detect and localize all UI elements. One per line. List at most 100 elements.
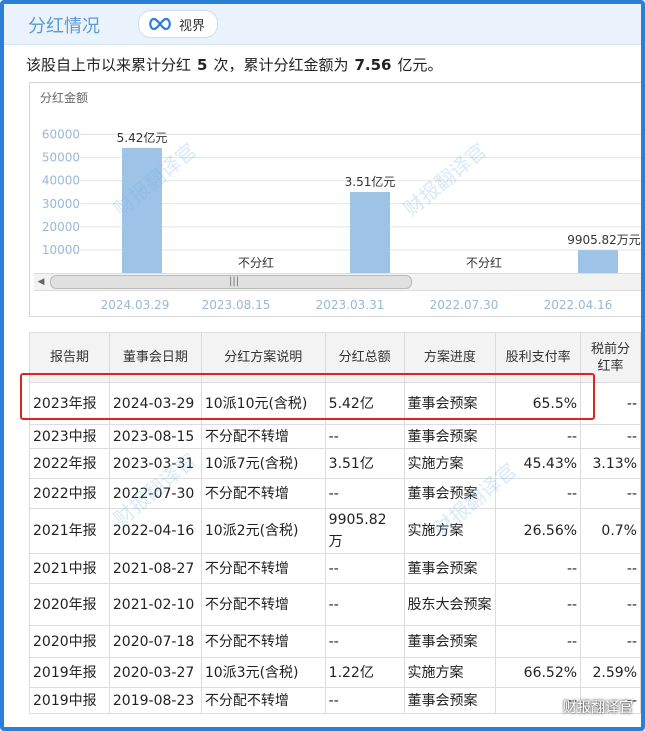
table-cell: -- bbox=[495, 625, 582, 658]
col-total[interactable]: 分红总额 bbox=[324, 332, 405, 383]
table-cell: -- bbox=[580, 553, 641, 584]
table-row[interactable]: 2023中报 2023-08-15 不分配不转增 -- 董事会预案 -- -- bbox=[29, 424, 641, 449]
table-cell: 实施方案 bbox=[403, 508, 497, 554]
table-cell: 2022-04-16 bbox=[108, 508, 202, 554]
x-tick-label: 2022.07.30 bbox=[430, 298, 499, 312]
table-cell: -- bbox=[495, 553, 582, 584]
table-row[interactable]: 2019中报 2019-08-23 不分配不转增 -- 董事会预案 -- -- bbox=[29, 687, 641, 714]
table-cell: 股东大会预案 bbox=[403, 583, 497, 626]
table-cell: 10派7元(含税) bbox=[200, 448, 326, 479]
x-tick-label: 2024.03.29 bbox=[101, 298, 170, 312]
table-row[interactable]: 2022年报 2023-03-31 10派7元(含税) 3.51亿 实施方案 45.43%… bbox=[29, 448, 641, 479]
table-row[interactable]: 2022中报 2022-07-30 不分配不转增 -- 董事会预案 -- -- bbox=[29, 478, 641, 509]
col-report-period[interactable]: 报告期 bbox=[29, 332, 110, 383]
table-cell: -- bbox=[324, 478, 405, 509]
bar bbox=[350, 192, 390, 273]
table-cell: 2022中报 bbox=[29, 478, 110, 509]
table-cell: 2020中报 bbox=[29, 625, 110, 658]
panel-header: 分红情况 视界 bbox=[4, 4, 641, 45]
table-cell: 66.52% bbox=[495, 657, 582, 688]
col-pretax-yield[interactable]: 税前分红率 bbox=[580, 332, 641, 383]
view-tag-label: 视界 bbox=[179, 18, 206, 34]
table-cell: 2021中报 bbox=[29, 553, 110, 584]
view-tag-button[interactable]: 视界 bbox=[138, 10, 219, 38]
table-cell: 2020-03-27 bbox=[108, 657, 202, 688]
table-cell: 不分配不转增 bbox=[200, 478, 326, 509]
table-cell: 9905.82万 bbox=[324, 508, 405, 554]
table-cell: 0.7% bbox=[580, 508, 641, 554]
corner-watermark: 财报翻译官 bbox=[563, 700, 633, 716]
chart-scrollbar[interactable]: ◀ ||| bbox=[34, 273, 641, 291]
infinity-icon bbox=[149, 17, 171, 31]
table-cell: -- bbox=[495, 478, 582, 509]
table-cell: 45.43% bbox=[495, 448, 582, 479]
scroll-left-icon[interactable]: ◀ bbox=[34, 274, 48, 290]
table-row[interactable]: 2020年报 2021-02-10 不分配不转增 -- 股东大会预案 -- -- bbox=[29, 583, 641, 626]
bar-value-label: 5.42亿元 bbox=[117, 130, 168, 145]
table-cell: 2019-08-23 bbox=[108, 687, 202, 714]
table-cell: -- bbox=[580, 382, 641, 425]
x-tick-label: 2022.04.16 bbox=[544, 298, 613, 312]
table-row[interactable]: 2023年报 2024-03-29 10派10元(含税) 5.42亿 董事会预案 65.5… bbox=[29, 382, 641, 425]
table-cell: 不分配不转增 bbox=[200, 553, 326, 584]
table-cell: 董事会预案 bbox=[403, 424, 497, 449]
table-cell: -- bbox=[324, 687, 405, 714]
chart-title: 分红金额 bbox=[40, 90, 88, 105]
dividend-panel: 分红情况 视界 该股自上市以来累计分红 5 次，累计分红金额为 7.56 亿元。 分红金… bbox=[0, 0, 645, 731]
table-cell: 2023中报 bbox=[29, 424, 110, 449]
table-cell: 10派3元(含税) bbox=[200, 657, 326, 688]
table-cell: 2022-07-30 bbox=[108, 478, 202, 509]
table-cell: -- bbox=[324, 553, 405, 584]
table-cell: -- bbox=[324, 625, 405, 658]
table-cell: -- bbox=[580, 424, 641, 449]
bar-value-label: 9905.82万元 bbox=[567, 233, 641, 247]
col-plan-desc[interactable]: 分红方案说明 bbox=[200, 332, 326, 383]
panel-title: 分红情况 bbox=[28, 16, 100, 37]
table-cell: 1.22亿 bbox=[324, 657, 405, 688]
y-tick-label: 10000 bbox=[42, 243, 80, 257]
bar bbox=[578, 250, 618, 273]
table-cell: 不分配不转增 bbox=[200, 424, 326, 449]
table-cell: 3.51亿 bbox=[324, 448, 405, 479]
table-cell: -- bbox=[580, 583, 641, 626]
table-cell: 董事会预案 bbox=[403, 625, 497, 658]
y-tick-label: 40000 bbox=[42, 174, 80, 188]
table-cell: 3.13% bbox=[580, 448, 641, 479]
table-cell: 不分配不转增 bbox=[200, 687, 326, 714]
table-cell: 2019中报 bbox=[29, 687, 110, 714]
table-row[interactable]: 2021年报 2022-04-16 10派2元(含税) 9905.82万 实施方案 26.… bbox=[29, 508, 641, 554]
grip-icon: ||| bbox=[229, 276, 240, 287]
table-cell: 董事会预案 bbox=[403, 553, 497, 584]
table-cell: 2019年报 bbox=[29, 657, 110, 688]
table-cell: 实施方案 bbox=[403, 448, 497, 479]
table-cell: 不分配不转增 bbox=[200, 583, 326, 626]
y-tick-label: 30000 bbox=[42, 197, 80, 211]
table-row[interactable]: 2019年报 2020-03-27 10派3元(含税) 1.22亿 实施方案 66.52%… bbox=[29, 657, 641, 688]
scrollbar-thumb[interactable]: ||| bbox=[50, 275, 412, 289]
dividend-table: 报告期 董事会日期 分红方案说明 分红总额 方案进度 股利支付率 税前分红率 2… bbox=[29, 332, 641, 714]
col-payout-ratio[interactable]: 股利支付率 bbox=[495, 332, 582, 383]
table-cell: 2020年报 bbox=[29, 583, 110, 626]
col-progress[interactable]: 方案进度 bbox=[403, 332, 497, 383]
table-cell: 5.42亿 bbox=[324, 382, 405, 425]
dividend-summary: 该股自上市以来累计分红 5 次，累计分红金额为 7.56 亿元。 bbox=[26, 56, 443, 74]
col-board-date[interactable]: 董事会日期 bbox=[108, 332, 202, 383]
dividend-chart: 分红金额 10000 20000 30000 40000 50000 60000 5.42亿元… bbox=[29, 82, 641, 317]
y-tick-label: 20000 bbox=[42, 220, 80, 234]
x-tick-label: 2023.08.15 bbox=[202, 298, 271, 312]
table-cell: 10派10元(含税) bbox=[200, 382, 326, 425]
table-cell: 65.5% bbox=[495, 382, 582, 425]
table-cell: 2.59% bbox=[580, 657, 641, 688]
table-cell: 不分配不转增 bbox=[200, 625, 326, 658]
table-cell: 10派2元(含税) bbox=[200, 508, 326, 554]
table-row[interactable]: 2020中报 2020-07-18 不分配不转增 -- 董事会预案 -- -- bbox=[29, 625, 641, 658]
table-cell: -- bbox=[495, 583, 582, 626]
x-tick-label: 2023.03.31 bbox=[316, 298, 385, 312]
table-cell: 实施方案 bbox=[403, 657, 497, 688]
table-row[interactable]: 2021中报 2021-08-27 不分配不转增 -- 董事会预案 -- -- bbox=[29, 553, 641, 584]
table-cell: -- bbox=[324, 424, 405, 449]
y-tick-label: 60000 bbox=[42, 128, 80, 142]
table-cell: 董事会预案 bbox=[403, 687, 497, 714]
table-cell: -- bbox=[324, 583, 405, 626]
y-tick-label: 50000 bbox=[42, 151, 80, 165]
